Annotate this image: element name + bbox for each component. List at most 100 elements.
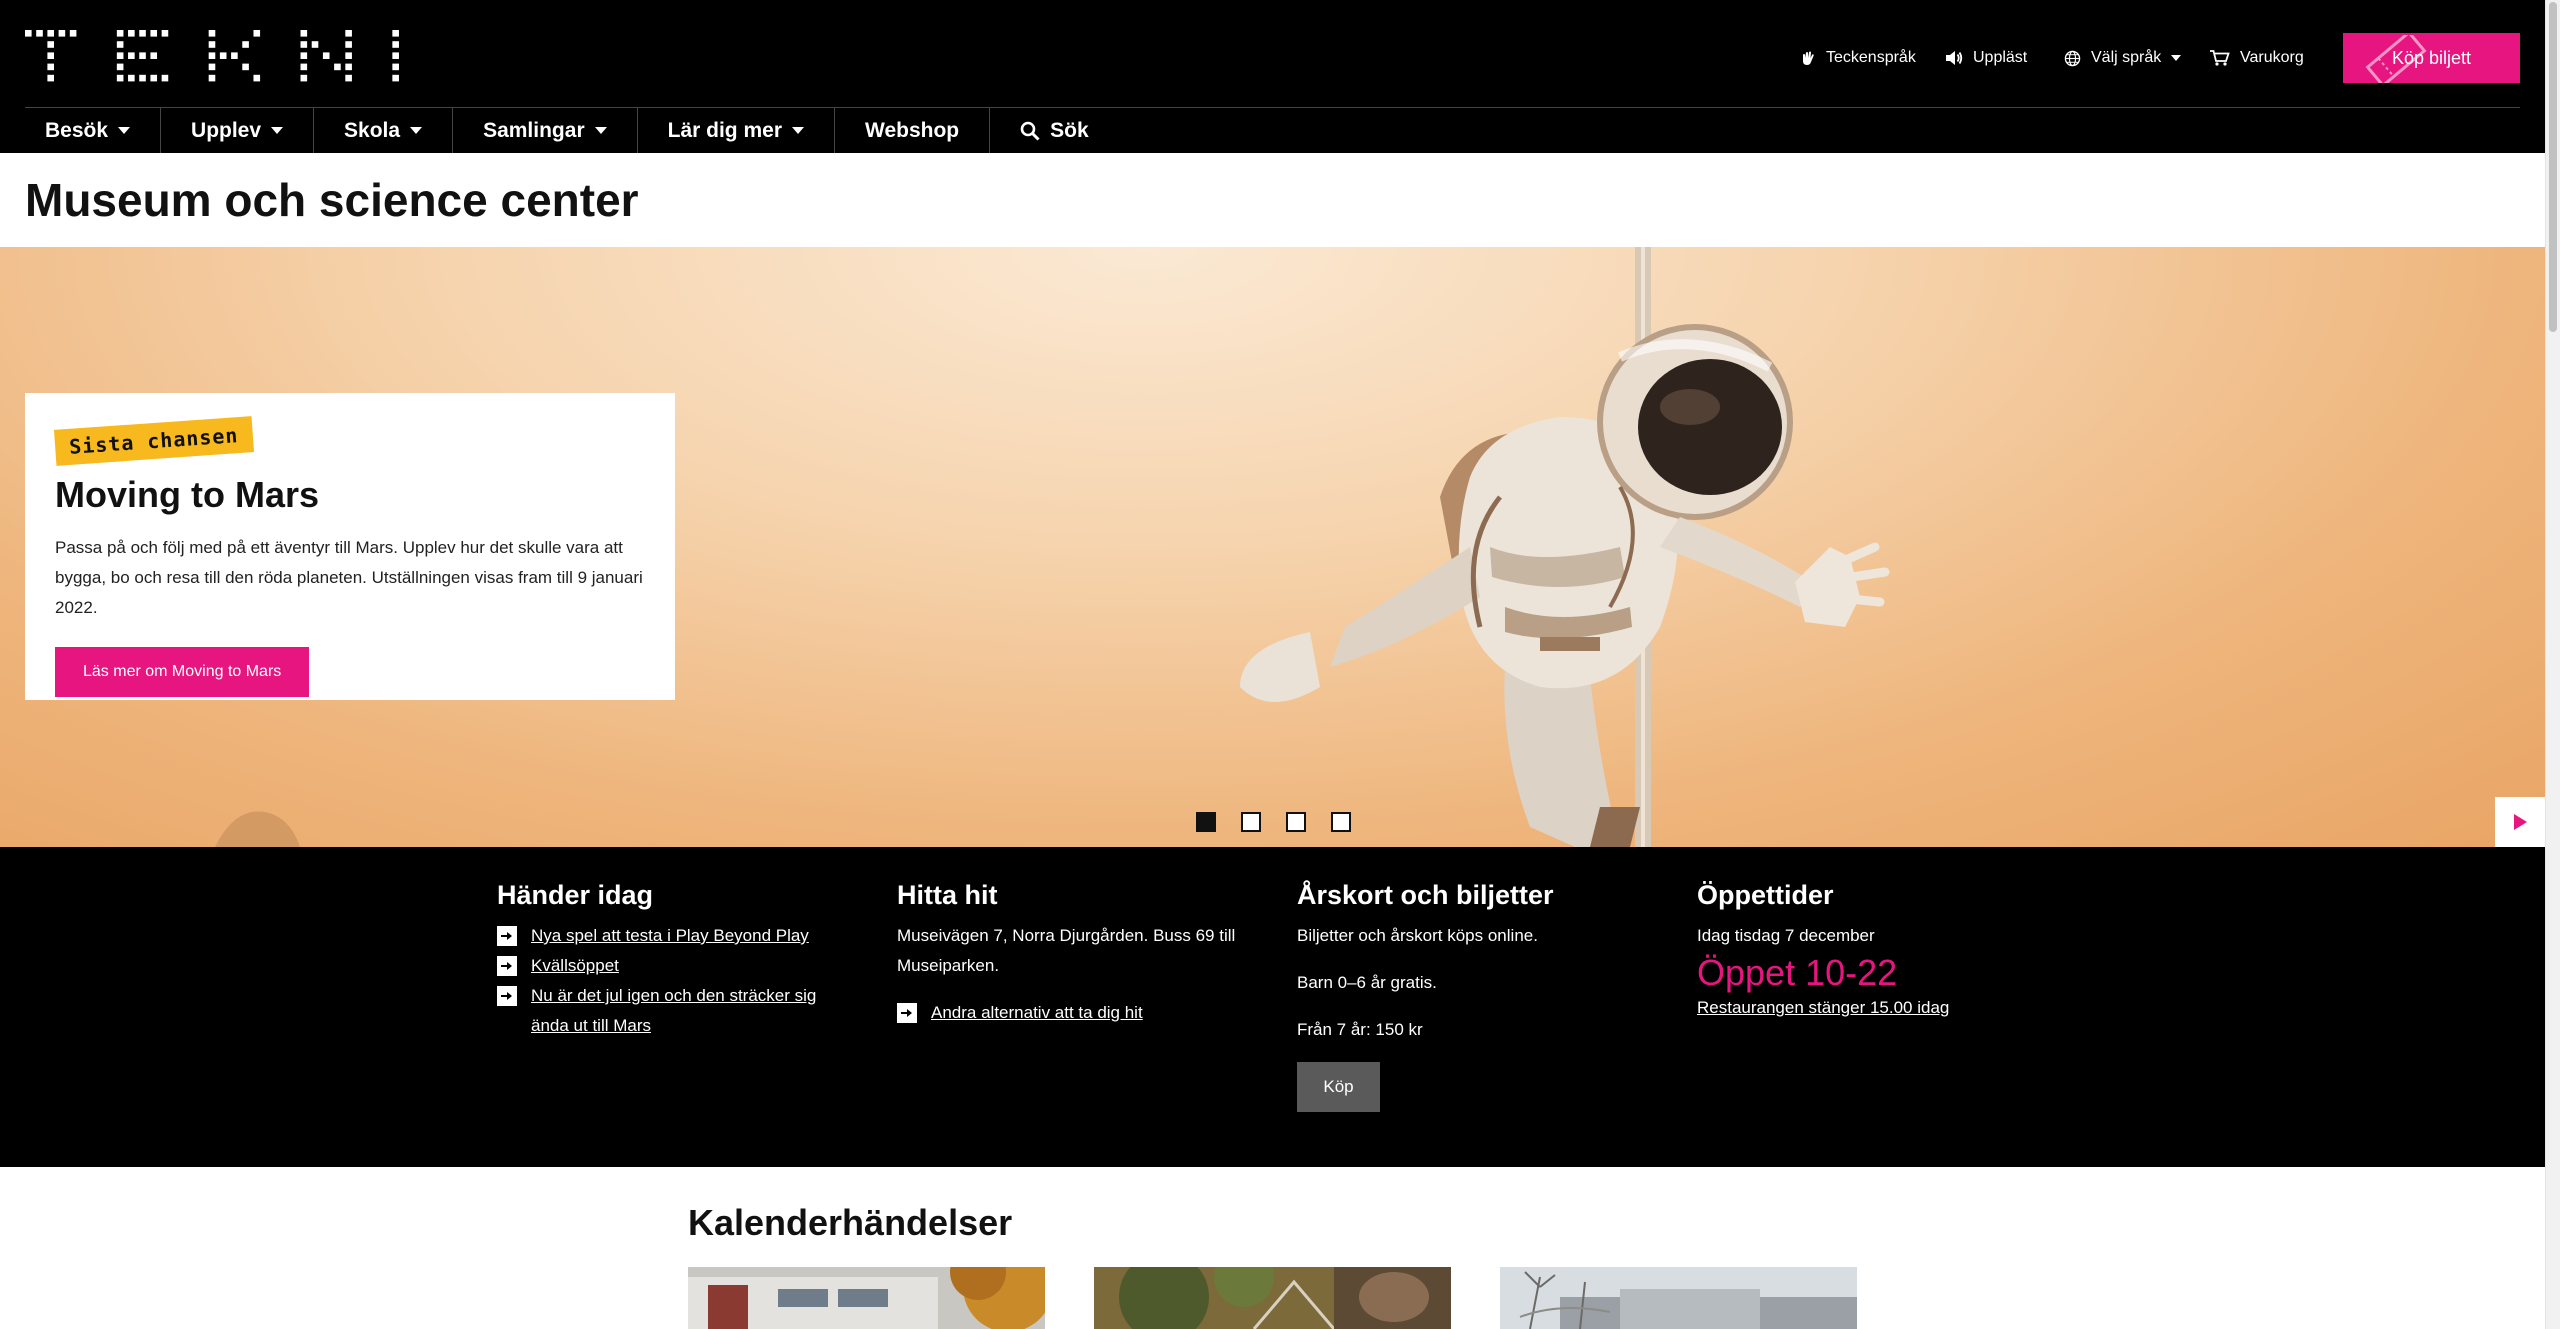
- read-aloud-label: Uppläst: [1973, 49, 2028, 66]
- logo-pixel: [116, 63, 124, 71]
- directions-text: Museivägen 7, Norra Djurgården. Buss 69 …: [897, 926, 1236, 975]
- carousel-dot[interactable]: [1331, 812, 1351, 832]
- search-icon: [1020, 121, 1040, 141]
- logo-pixel: [392, 30, 399, 37]
- logo-pixel: [208, 41, 216, 48]
- logo-pixel: [161, 74, 169, 82]
- cart-label: Varukorg: [2240, 49, 2304, 66]
- language-label: Välj språk: [2091, 49, 2162, 66]
- carousel-dot[interactable]: [1286, 812, 1306, 832]
- directions-heading: Hitta hit: [897, 880, 998, 910]
- nav-item-samlingar[interactable]: Samlingar: [453, 108, 638, 153]
- hero-title: Moving to Mars: [55, 474, 320, 515]
- page-title: Museum och science center: [25, 174, 639, 226]
- speaker-icon: [1946, 51, 1963, 65]
- logo-pixel: [253, 74, 261, 82]
- nav-item-label: Upplev: [191, 118, 262, 142]
- logo-pixel: [219, 52, 227, 59]
- logo-pixel: [208, 52, 216, 59]
- site-header: Teckenspråk Uppläst Välj språk Varukorg: [0, 0, 2545, 153]
- scrollbar-thumb[interactable]: [2549, 2, 2557, 332]
- tickets-column: Årskort och biljetter Biljetter och årsk…: [1297, 877, 1657, 1112]
- logo-pixel: [334, 63, 341, 71]
- calendar-card[interactable]: [688, 1267, 1045, 1329]
- logo-pixel: [345, 41, 352, 48]
- carousel-dot[interactable]: [1241, 812, 1261, 832]
- nav-item-lar-dig-mer[interactable]: Lär dig mer: [638, 108, 835, 153]
- chevron-down-icon: [792, 127, 804, 134]
- logo-pixel: [36, 30, 43, 37]
- logo-pixel: [242, 63, 249, 71]
- chevron-down-icon: [271, 127, 284, 134]
- calendar-card[interactable]: [1500, 1267, 1857, 1329]
- tickets-line1: Biljetter och årskort köps online.: [1297, 926, 1538, 945]
- tickets-heading: Årskort och biljetter: [1297, 880, 1554, 910]
- directions-column: Hitta hit Museivägen 7, Norra Djurgården…: [897, 877, 1237, 1028]
- logo-pixel: [300, 41, 308, 48]
- main-nav: Besök Upplev Skola Samlingar Lär dig mer…: [25, 108, 1119, 153]
- logo-pixel: [300, 52, 308, 59]
- nav-item-besok[interactable]: Besök: [25, 108, 162, 153]
- hand-icon: [1803, 51, 1814, 65]
- nav-item-label: Besök: [45, 118, 109, 142]
- calendar-card[interactable]: [1094, 1267, 1451, 1329]
- nav-item-upplev[interactable]: Upplev: [161, 108, 315, 153]
- event-image: [688, 1267, 1045, 1329]
- read-more-button[interactable]: Läs mer om Moving to Mars: [55, 647, 310, 697]
- sign-language-link[interactable]: Teckenspråk: [1800, 46, 1916, 70]
- globe-icon: [2064, 50, 2081, 66]
- carousel-play-button[interactable]: [2495, 797, 2545, 847]
- today-link[interactable]: Nya spel att testa i Play Beyond Play: [497, 921, 857, 951]
- logo-pixel: [58, 30, 66, 37]
- nav-search[interactable]: Sök: [990, 108, 1119, 153]
- hours-column: Öppettider Idag tisdag 7 december Öppet …: [1697, 877, 2057, 1021]
- hours-today: Idag tisdag 7 december: [1697, 926, 1875, 945]
- logo-pixel: [116, 74, 124, 82]
- language-selector[interactable]: Välj språk: [2064, 46, 2182, 70]
- teknisk-logo[interactable]: [25, 30, 420, 86]
- logo-pixel: [345, 30, 352, 37]
- hours-heading: Öppettider: [1697, 880, 1834, 910]
- logo-pixel: [345, 63, 352, 71]
- today-link-label[interactable]: Kvällsöppet: [531, 951, 619, 981]
- chevron-down-icon: [118, 127, 131, 134]
- logo-pixel: [253, 30, 261, 37]
- play-icon: [2513, 814, 2527, 830]
- calendar-heading: Kalenderhändelser: [688, 1202, 1013, 1243]
- nav-item-skola[interactable]: Skola: [314, 108, 454, 153]
- page-scrollbar[interactable]: [2545, 0, 2560, 1329]
- carousel-dots: [1196, 812, 1351, 832]
- sign-language-label: Teckenspråk: [1826, 49, 1916, 66]
- hero-text: Passa på och följ med på ett äventyr til…: [55, 538, 643, 617]
- today-link-label[interactable]: Nu är det jul igen och den sträcker sig …: [531, 981, 851, 1041]
- logo-pixel: [116, 30, 124, 37]
- directions-link[interactable]: Andra alternativ att ta dig hit: [897, 998, 1237, 1028]
- today-link[interactable]: Kvällsöppet: [497, 951, 857, 981]
- arrow-right-icon: [897, 1003, 917, 1023]
- logo-pixel: [392, 63, 399, 71]
- cart-link[interactable]: Varukorg: [2210, 46, 2304, 70]
- logo-pixel: [345, 74, 352, 82]
- today-link[interactable]: Nu är det jul igen och den sträcker sig …: [497, 981, 857, 1041]
- read-aloud-link[interactable]: Uppläst: [1945, 46, 2027, 70]
- logo-pixel: [25, 30, 32, 37]
- chevron-down-icon: [2171, 55, 2182, 61]
- logo-pixel: [47, 52, 54, 59]
- logo-pixel: [150, 30, 158, 37]
- nav-item-label: Samlingar: [483, 118, 585, 142]
- restaurant-link[interactable]: Restaurangen stänger 15.00 idag: [1697, 998, 1949, 1017]
- nav-item-webshop[interactable]: Webshop: [835, 108, 991, 153]
- logo-pixel: [322, 52, 330, 59]
- logo-pixel: [128, 30, 135, 37]
- logo-pixel: [150, 52, 158, 59]
- buy-button[interactable]: Köp: [1297, 1062, 1380, 1112]
- logo-pixel: [300, 74, 308, 82]
- today-heading: Händer idag: [497, 880, 654, 910]
- directions-link-label[interactable]: Andra alternativ att ta dig hit: [931, 998, 1143, 1028]
- buy-ticket-button[interactable]: Köp biljett: [2343, 33, 2520, 83]
- today-link-label[interactable]: Nya spel att testa i Play Beyond Play: [531, 921, 809, 951]
- logo-pixel: [392, 52, 399, 59]
- logo-pixel: [139, 74, 146, 82]
- carousel-dot[interactable]: [1196, 812, 1216, 832]
- logo-pixel: [345, 52, 352, 59]
